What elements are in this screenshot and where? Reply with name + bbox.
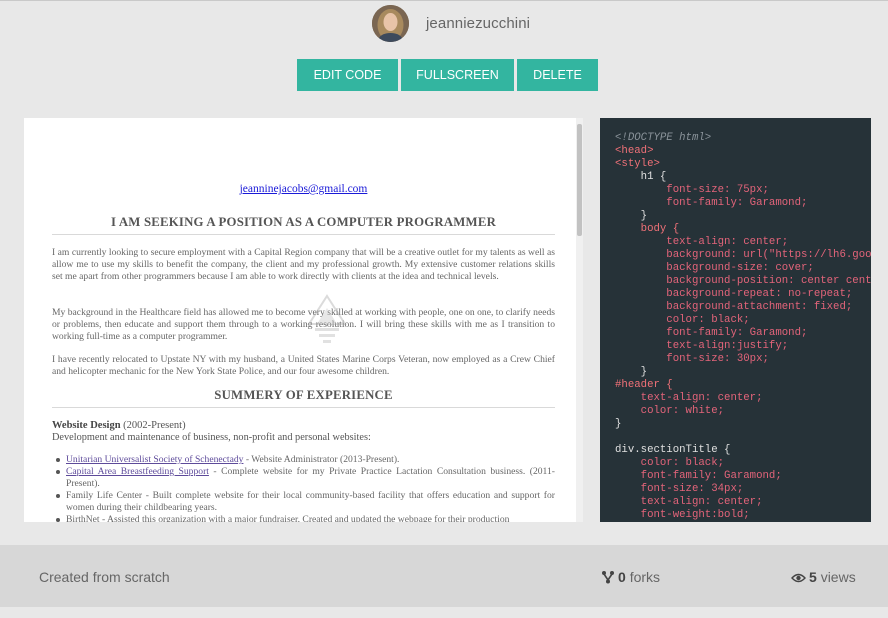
experience-list: Unitarian Universalist Society of Schene… <box>52 454 555 522</box>
preview-pane[interactable]: jeanninejacobs@gmail.com I AM SEEKING A … <box>24 118 583 522</box>
code-panel[interactable]: <!DOCTYPE html> <head> <style> h1 { font… <box>600 118 871 522</box>
created-label: Created from scratch <box>39 569 170 585</box>
experience-heading: SUMMERY OF EXPERIENCE <box>214 388 393 402</box>
avatar-photo-icon <box>372 5 409 42</box>
divider <box>52 234 555 235</box>
list-item: Capital Area Breastfeeding Support - Com… <box>52 466 555 490</box>
forks-label: forks <box>629 569 661 585</box>
experience-years: (2002-Present) <box>123 420 186 431</box>
item-link[interactable]: Unitarian Universalist Society of Schene… <box>66 454 243 465</box>
top-border <box>0 0 888 1</box>
edit-code-button[interactable]: EDIT CODE <box>297 59 398 91</box>
fullscreen-button[interactable]: FULLSCREEN <box>401 59 514 91</box>
code-view: <!DOCTYPE html> <head> <style> h1 { font… <box>615 132 871 521</box>
experience-role: Website Design <box>52 420 121 431</box>
avatar[interactable] <box>372 5 409 42</box>
views-stat: 5 views <box>791 569 856 585</box>
fork-icon <box>602 571 614 584</box>
paragraph-relocation: I have recently relocated to Upstate NY … <box>52 354 555 377</box>
item-link[interactable]: Capital Area Breastfeeding Support <box>66 466 209 477</box>
paragraph-intro: I am currently looking to secure employm… <box>52 247 555 282</box>
forks-stat[interactable]: 0 forks <box>601 569 660 585</box>
divider <box>52 407 555 408</box>
views-label: views <box>820 569 856 585</box>
username[interactable]: jeanniezucchini <box>426 15 530 32</box>
footer-bar: Created from scratch 0 forks 5 views <box>0 545 888 607</box>
watermark-logo-icon <box>307 294 347 343</box>
views-count: 5 <box>809 569 817 585</box>
paragraph-background: My background in the Healthcare field ha… <box>52 307 555 342</box>
forks-count: 0 <box>618 569 626 585</box>
experience-description: Development and maintenance of business,… <box>52 432 371 443</box>
delete-button[interactable]: DELETE <box>517 59 598 91</box>
eye-icon <box>791 573 806 583</box>
profile-header: jeanniezucchini <box>0 5 888 43</box>
experience-title: Website Design (2002-Present) <box>52 420 186 431</box>
preview-scrollbar-thumb[interactable] <box>577 124 582 236</box>
objective-heading: I AM SEEKING A POSITION AS A COMPUTER PR… <box>110 215 497 229</box>
email-link[interactable]: jeanninejacobs@gmail.com <box>52 183 555 195</box>
bottom-strip <box>0 607 888 618</box>
list-item: BirthNet - Assisted this organization wi… <box>52 514 555 522</box>
list-item: Family Life Center - Built complete webs… <box>52 490 555 514</box>
list-item: Unitarian Universalist Society of Schene… <box>52 454 555 466</box>
